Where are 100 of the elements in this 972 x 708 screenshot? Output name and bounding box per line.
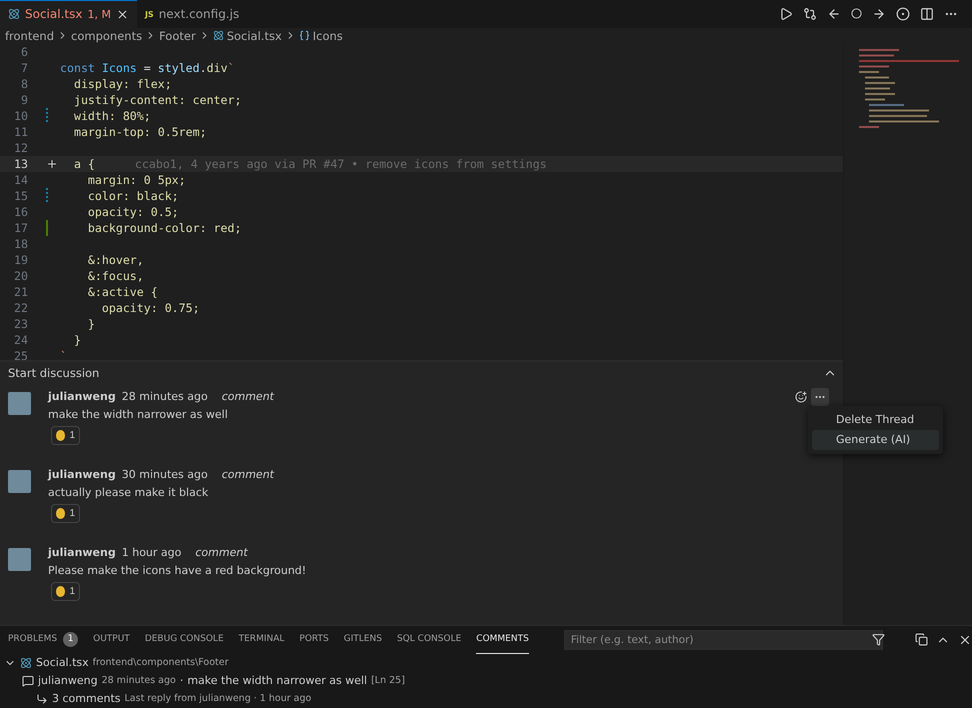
line-number: 7 [20,60,28,75]
panel-tab[interactable]: GITLENS [344,626,382,654]
comment-icon [22,674,34,687]
comment-type: comment [222,468,274,481]
file-name[interactable]: Social.tsx [36,656,89,670]
avatar-placeholder [8,470,31,493]
filter-field[interactable]: Filter (e.g. text, author) [564,630,883,650]
comment-author: julianweng [48,546,116,559]
line-number: 19 [13,252,28,267]
reply-icon [36,692,48,705]
menu-item[interactable]: Delete Thread [812,410,939,430]
code-line: opacity: 0.5; [86,204,179,219]
line-number: 25 [13,348,28,360]
breadcrumb-item[interactable]: components [71,28,142,43]
forward-icon[interactable] [872,6,886,21]
react-icon [8,8,20,20]
code-line: &:focus, [86,268,144,283]
symbol-icon [298,30,310,42]
code-line: &:hover, [86,252,144,267]
avatar-placeholder [8,548,31,571]
last-reply: Last reply from julianweng · 1 hour ago [124,693,312,704]
react-icon [212,30,224,42]
panel-tab[interactable]: OUTPUT [93,626,130,654]
comment-text: actually please make it black [48,486,210,499]
breadcrumb-item[interactable]: frontend [5,28,54,43]
panel-tab[interactable]: DEBUG CONSOLE [144,626,224,654]
circle-icon[interactable] [896,6,910,21]
code-line: display: flex; [72,76,172,91]
code-line: } [86,316,95,331]
breadcrumb-item[interactable]: Icons [312,28,343,43]
panel-tab[interactable]: COMMENTS [476,626,529,654]
panel-tab[interactable]: SQL CONSOLE [397,626,462,654]
breadcrumb-item[interactable]: Footer [159,28,196,43]
copy-icon[interactable] [915,633,928,646]
comment-author: julianweng [48,390,116,403]
file-type-label: JS [144,10,154,19]
line-number: 22 [13,300,28,315]
line-number: 13 [13,156,28,171]
change-marker [46,220,48,236]
reply-count: 3 comments [52,692,120,706]
panel-tab[interactable]: PROBLEMS 1 [8,626,78,654]
change-marker [46,188,48,204]
comment-author: julianweng [48,468,116,481]
panel-tab[interactable]: PORTS [299,626,329,654]
code-line: margin: 0 5px; [86,172,186,187]
add-reaction-icon[interactable] [795,390,807,403]
code-line: &:active { [86,284,158,299]
react-icon [20,656,32,669]
line-number: 10 [13,108,28,123]
comment-time: 28 minutes ago [122,390,208,403]
code-line: width: 80%; [72,108,151,123]
line-number: 11 [13,124,28,139]
line-number: 18 [13,236,28,251]
code-line: a { [72,156,95,171]
play-icon[interactable] [779,6,793,21]
code-line: background-color: red; [86,220,242,235]
more-actions-button[interactable] [811,388,829,406]
code-line: ` [60,348,67,360]
comment-type: comment [195,546,248,559]
comment-text[interactable]: make the width narrower as well [187,674,368,688]
breadcrumb-item[interactable]: Social.tsx [226,28,282,43]
change-marker [46,108,48,124]
editor-tab[interactable]: Social.tsx 1, M [0,0,137,28]
comment-text: make the width narrower as well [48,408,229,421]
file-path: frontend\components\Footer [92,657,228,668]
avatar-placeholder [8,392,31,415]
add-comment-icon[interactable] [46,158,58,170]
line-number: 14 [13,172,28,187]
comment-type: comment [222,390,274,403]
line-number: 12 [13,140,28,155]
comment-text: Please make the icons have a red background! [48,564,306,577]
line-number: 8 [20,76,28,91]
reaction-button[interactable]: 1 [51,582,80,601]
line-number: 17 [13,220,28,235]
line-number: 23 [13,316,28,331]
line-number: 21 [13,284,28,299]
line-number: 9 [20,92,28,107]
separator: · [180,674,184,688]
comment-author: julianweng [38,674,98,688]
code-line: } [72,332,81,347]
code-line: const Icons = styled.div` [60,60,235,75]
close-icon[interactable] [116,8,129,21]
line-number: 6 [20,44,28,59]
compare-icon[interactable] [803,6,817,21]
code-line: justify-content: center; [72,92,242,107]
split-editor-icon[interactable] [920,6,934,21]
line-number: 15 [13,188,28,203]
comment-time: 28 minutes ago [102,675,176,686]
back-icon[interactable] [827,6,841,21]
menu-item[interactable]: Generate (AI) [812,430,939,450]
reaction-button[interactable]: 1 [51,426,80,445]
discussion-title: Start discussion [8,366,100,380]
reaction-button[interactable]: 1 [51,504,80,523]
panel-tab[interactable]: TERMINAL [238,626,284,654]
blame-annotation: ccabo1, 4 years ago via PR #47 • remove icons from settings [134,156,547,171]
line-number: 20 [13,268,28,283]
line-number: 24 [13,332,28,347]
code-line: opacity: 0.75; [100,300,200,315]
code-line: margin-top: 0.5rem; [72,124,207,139]
comment-time: 30 minutes ago [122,468,208,481]
